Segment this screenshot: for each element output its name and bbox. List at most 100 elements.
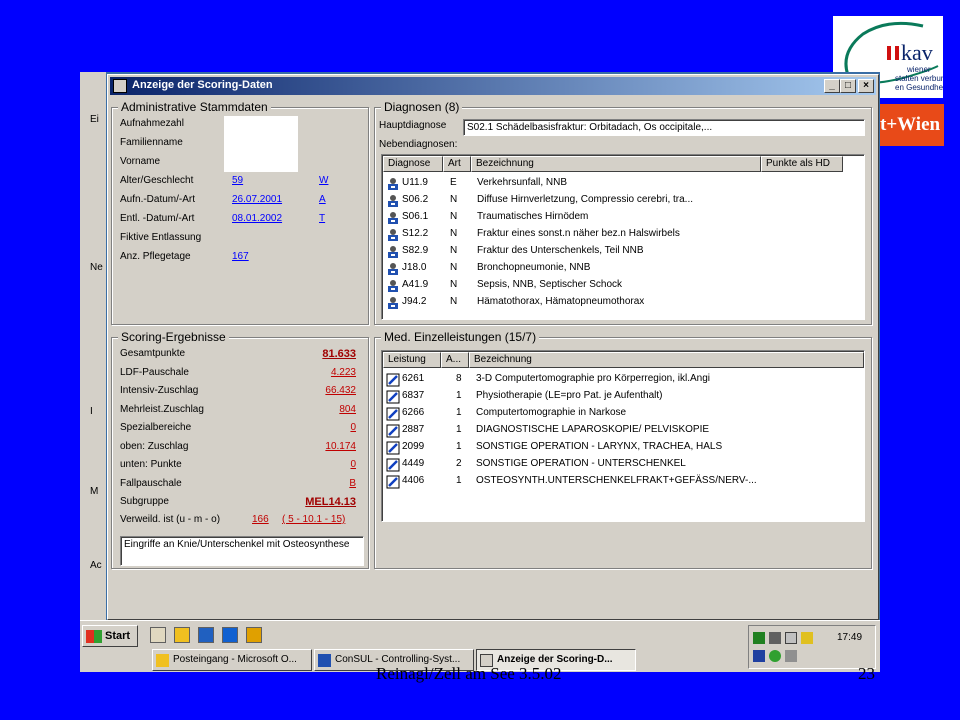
einzelleistungen-list[interactable]: Leistung A... Bezeichnung 6261 8 3-D Compu… — [381, 350, 865, 522]
calendar-icon[interactable] — [174, 627, 190, 643]
leistung-bezeichnung: Physiotherapie (LE=pro Pat. je Aufenthal… — [476, 390, 663, 401]
diagnosis-row[interactable]: S06.1 N Traumatisches Hirnödem — [384, 209, 864, 226]
column-header-punkte[interactable]: Punkte als HD — [761, 156, 843, 172]
refresh-icon[interactable] — [198, 627, 214, 643]
title-bar[interactable]: Anzeige der Scoring-Daten _ □ × — [110, 77, 876, 95]
diagnosis-bezeichnung: Diffuse Hirnverletzung, Compressio cereb… — [477, 194, 694, 205]
scoring-value[interactable]: B — [349, 478, 356, 489]
scoring-label: Mehrleist.Zuschlag — [120, 403, 204, 415]
diagnosis-icon — [386, 194, 400, 208]
desktop-icon[interactable] — [150, 627, 166, 643]
admin-field-label: Anz. Pflegetage — [120, 251, 191, 262]
diagnosis-code: S06.2 — [402, 194, 429, 205]
background-label: Ei — [90, 114, 99, 125]
edit-document-icon — [386, 373, 400, 387]
kav-mark: kav — [901, 40, 933, 65]
diagnosis-art: N — [450, 245, 458, 256]
start-button[interactable]: Start — [82, 625, 138, 647]
scoring-value[interactable]: 804 — [339, 404, 356, 415]
monitor-icon[interactable] — [769, 632, 781, 644]
admin-field-value2[interactable]: W — [319, 175, 328, 186]
edit-document-icon — [386, 458, 400, 472]
hauptdiagnose-field[interactable]: S02.1 Schädelbasisfraktur: Orbitadach, O… — [463, 119, 865, 136]
diagnosis-row[interactable]: U11.9 E Verkehrsunfall, NNB — [384, 175, 864, 192]
diagnosis-art: N — [450, 262, 458, 273]
diagnosis-row[interactable]: A41.9 N Sepsis, NNB, Septischer Schock — [384, 277, 864, 294]
leistung-row[interactable]: 4406 1 OSTEOSYNTH.UNTERSCHENKELFRAKT+GEFÄS… — [384, 473, 864, 490]
leistung-row[interactable]: 2887 1 DIAGNOSTISCHE LAPAROSKOPIE/ PELVISK… — [384, 422, 864, 439]
column-header-leistung[interactable]: Leistung — [383, 352, 441, 368]
speaker-icon[interactable] — [785, 632, 797, 644]
network-icon[interactable] — [753, 632, 765, 644]
column-header-diagnose[interactable]: Diagnose — [383, 156, 443, 172]
leistung-row[interactable]: 6261 8 3-D Computertomographie pro Körperr… — [384, 371, 864, 388]
verweildauer-ist[interactable]: 166 — [252, 514, 269, 525]
diagnosis-row[interactable]: S06.2 N Diffuse Hirnverletzung, Compressio… — [384, 192, 864, 209]
diagnosis-code: J94.2 — [402, 296, 427, 307]
scoring-value[interactable]: 4.223 — [331, 367, 356, 378]
close-button[interactable]: × — [858, 79, 874, 93]
scoring-value[interactable]: 10.174 — [325, 441, 356, 452]
minimize-button[interactable]: _ — [824, 79, 840, 93]
windows-logo-icon — [86, 630, 102, 643]
sync-icon[interactable] — [769, 650, 781, 662]
diagnosis-icon — [386, 262, 400, 276]
diagnosis-row[interactable]: S12.2 N Fraktur eines sonst.n näher bez.n … — [384, 226, 864, 243]
background-label: I — [90, 406, 93, 417]
taskbar-button[interactable]: Posteingang - Microsoft O... — [152, 649, 312, 671]
pencil-icon[interactable] — [801, 632, 813, 644]
clock[interactable]: 17:49 — [837, 632, 862, 643]
leistung-row[interactable]: 4449 2 SONSTIGE OPERATION - UNTERSCHENKEL — [384, 456, 864, 473]
admin-field-label: Familienname — [120, 137, 183, 148]
column-header-bezeichnung[interactable]: Bezeichnung — [469, 352, 864, 368]
admin-field-value[interactable]: 167 — [232, 251, 249, 262]
scoring-label: oben: Zuschlag — [120, 440, 189, 452]
leistung-code: 6261 — [402, 373, 425, 384]
diagnosis-bezeichnung: Bronchopneumonie, NNB — [477, 262, 591, 273]
scoring-value[interactable]: 0 — [350, 422, 356, 433]
diagnosis-bezeichnung: Verkehrsunfall, NNB — [477, 177, 568, 188]
start-label: Start — [105, 630, 131, 642]
leistung-anzahl: 1 — [456, 424, 462, 435]
diagnosis-row[interactable]: S82.9 N Fraktur des Unterschenkels, Teil N… — [384, 243, 864, 260]
scoring-value[interactable]: 66.432 — [325, 385, 356, 396]
column-header-anzahl[interactable]: A... — [441, 352, 469, 368]
admin-field-value2[interactable]: A — [319, 194, 326, 205]
diagnosis-icon — [386, 245, 400, 259]
column-header-art[interactable]: Art — [443, 156, 471, 172]
ie-icon[interactable] — [222, 627, 238, 643]
scoring-value[interactable]: 81.633 — [322, 348, 356, 360]
diagnosis-code: J18.0 — [402, 262, 427, 273]
column-header-bezeichnung[interactable]: Bezeichnung — [471, 156, 761, 172]
diagnosis-icon — [386, 279, 400, 293]
diagnosis-code: S82.9 — [402, 245, 429, 256]
admin-field-value2[interactable]: T — [319, 213, 325, 224]
leistung-bezeichnung: Computertomographie in Narkose — [476, 407, 627, 418]
maximize-button[interactable]: □ — [840, 79, 856, 93]
printer-icon[interactable] — [785, 650, 797, 662]
program-icon[interactable] — [753, 650, 765, 662]
task-label: Posteingang - Microsoft O... — [173, 654, 297, 665]
media-icon[interactable] — [246, 627, 262, 643]
diagnosis-row[interactable]: J18.0 N Bronchopneumonie, NNB — [384, 260, 864, 277]
hauptdiagnose-label: Hauptdiagnose — [379, 120, 447, 131]
scoring-label: Spezialbereiche — [120, 422, 192, 433]
verweildauer-range[interactable]: ( 5 - 10.1 - 15) — [282, 514, 345, 525]
scoring-dialog: Anzeige der Scoring-Daten _ □ × Administ… — [107, 74, 879, 620]
diagnosis-code: U11.9 — [402, 177, 428, 188]
diagnosis-row[interactable]: J94.2 N Hämatothorax, Hämatopneumothorax — [384, 294, 864, 311]
scoring-value[interactable]: 0 — [350, 459, 356, 470]
leistung-row[interactable]: 6266 1 Computertomographie in Narkose — [384, 405, 864, 422]
leistung-row[interactable]: 2099 1 SONSTIGE OPERATION - LARYNX, TRACHE… — [384, 439, 864, 456]
scoring-value[interactable]: MEL14.13 — [305, 496, 356, 508]
diagnosis-bezeichnung: Hämatothorax, Hämatopneumothorax — [477, 296, 645, 307]
admin-field-value[interactable]: 59 — [232, 175, 243, 186]
diagnosis-icon — [386, 211, 400, 225]
admin-field-value[interactable]: 26.07.2001 — [232, 194, 282, 205]
nebendiagnosen-list[interactable]: Diagnose Art Bezeichnung Punkte als HD U… — [381, 154, 865, 320]
diagnosis-art: N — [450, 296, 458, 307]
edit-document-icon — [386, 475, 400, 489]
admin-field-value[interactable]: 08.01.2002 — [232, 213, 282, 224]
background-window: Ei Ne I M Ac — [80, 72, 106, 620]
leistung-row[interactable]: 6837 1 Physiotherapie (LE=pro Pat. je Aufe… — [384, 388, 864, 405]
